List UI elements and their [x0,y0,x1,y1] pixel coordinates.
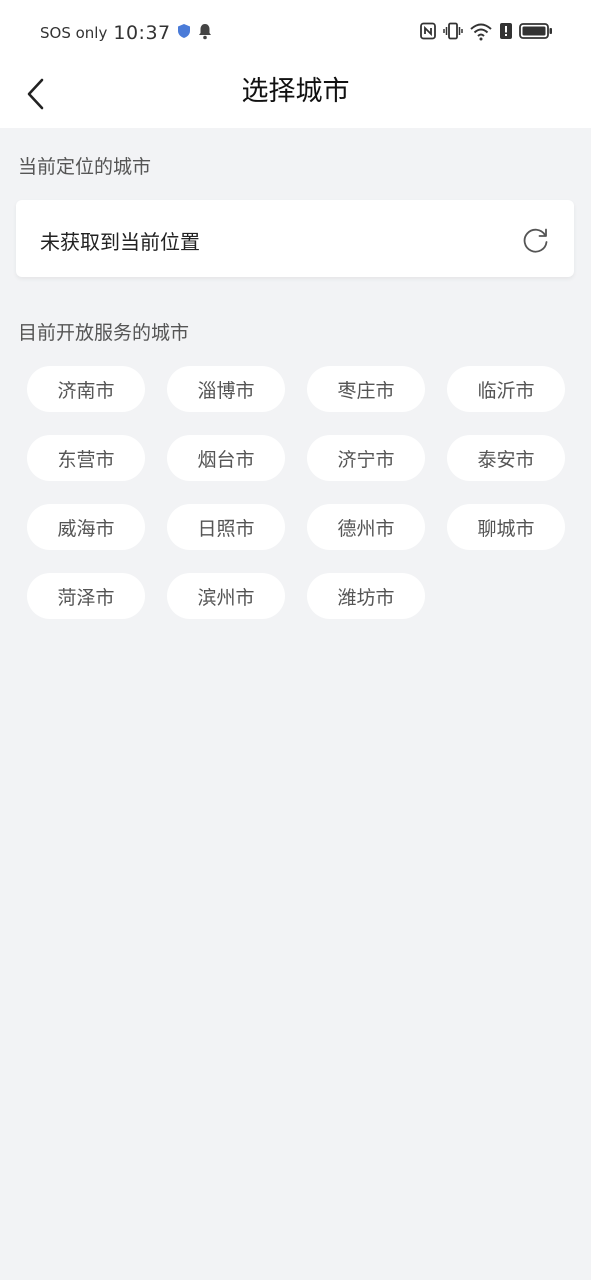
city-chip[interactable]: 泰安市 [447,435,565,481]
city-chip[interactable]: 淄博市 [167,366,285,412]
city-chip[interactable]: 德州市 [307,504,425,550]
service-cities-section-label: 目前开放服务的城市 [18,322,190,344]
status-bar-right [419,21,553,45]
refresh-icon [523,228,548,253]
city-chip[interactable]: 威海市 [27,504,145,550]
city-chip[interactable]: 滨州市 [167,573,285,619]
city-chip[interactable]: 枣庄市 [307,366,425,412]
city-chip[interactable]: 菏泽市 [27,573,145,619]
city-chip[interactable]: 烟台市 [167,435,285,481]
current-location-status: 未获取到当前位置 [40,230,200,254]
carrier-text: SOS only [40,24,108,42]
city-chip[interactable]: 聊城市 [447,504,565,550]
nfc-icon [419,22,437,44]
city-chip[interactable]: 东营市 [27,435,145,481]
city-chip[interactable]: 济南市 [27,366,145,412]
shield-icon [177,23,191,43]
city-grid: 济南市 淄博市 枣庄市 临沂市 东营市 烟台市 济宁市 泰安市 威海市 日照市 … [27,366,567,619]
current-location-section-label: 当前定位的城市 [18,156,152,178]
battery-icon [519,22,553,44]
nav-bar: 选择城市 [0,66,591,128]
page-title: 选择城市 [241,76,350,107]
vibrate-icon [443,22,463,44]
header-area: SOS only 10:37 选择城市 [0,0,591,128]
city-chip[interactable]: 临沂市 [447,366,565,412]
alert-icon [499,22,513,44]
status-bar-left: SOS only 10:37 [40,20,213,46]
status-bar: SOS only 10:37 [0,0,591,66]
city-chip[interactable]: 济宁市 [307,435,425,481]
refresh-location-button[interactable] [522,226,550,254]
bell-icon [197,22,213,44]
current-location-card: 未获取到当前位置 [16,200,574,277]
wifi-icon [469,21,493,45]
clock-time: 10:37 [113,22,171,44]
city-chip[interactable]: 潍坊市 [307,573,425,619]
city-chip[interactable]: 日照市 [167,504,285,550]
